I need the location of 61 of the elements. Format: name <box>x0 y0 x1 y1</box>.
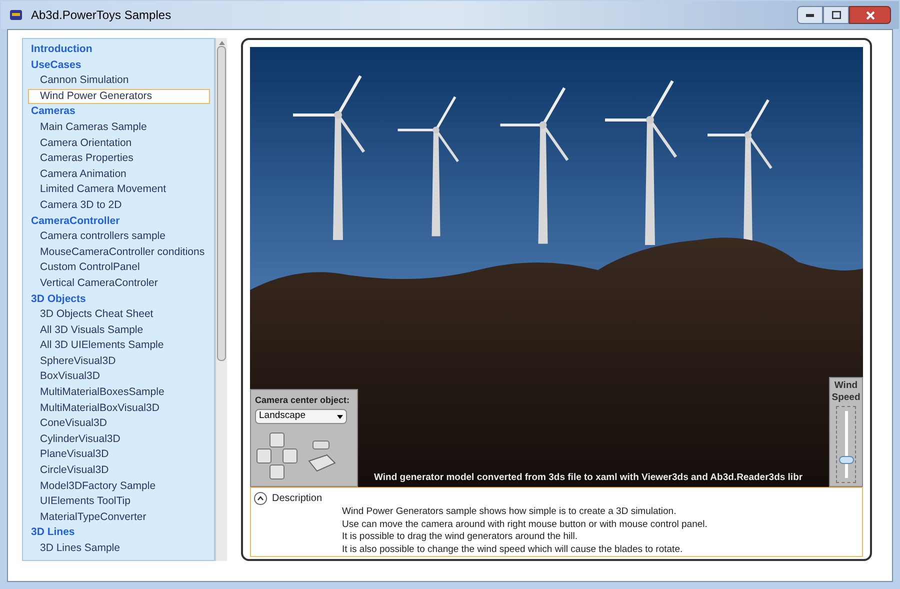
tree-item[interactable]: 3D Objects Cheat Sheet <box>28 307 210 323</box>
window-title: Ab3d.PowerToys Samples <box>31 7 172 24</box>
tree-item[interactable]: Main Cameras Sample <box>28 120 210 136</box>
tree-item[interactable]: PlaneVisual3D <box>28 447 210 464</box>
tree-item[interactable]: Camera 3D to 2D <box>28 198 210 214</box>
description-text: It is also possible to change the wind speed which will cause the blades to rotate. <box>342 544 684 556</box>
tree-item[interactable]: Camera controllers sample <box>28 229 210 245</box>
description-header: Description <box>272 492 322 506</box>
tree-item[interactable]: CircleVisual3D <box>28 463 210 479</box>
tree-item[interactable]: Wind Power Generators <box>28 88 210 104</box>
scroll-up-arrow-icon[interactable] <box>218 41 224 45</box>
tree-item[interactable]: Camera Animation <box>28 166 210 182</box>
tree-item[interactable]: Camera Orientation <box>28 136 210 152</box>
tree-group[interactable]: 3D Objects <box>24 292 214 308</box>
slider-thumb[interactable] <box>839 456 854 464</box>
camera-center-dropdown[interactable]: Landscape <box>255 409 347 424</box>
tree-item[interactable]: ConeVisual3D <box>28 416 210 432</box>
model-credit-caption: Wind generator model converted from 3ds file to xaml with Viewer3ds and Ab3d.Reader3ds libr <box>374 470 803 485</box>
scrollbar-thumb[interactable] <box>217 46 226 361</box>
minimize-button[interactable] <box>797 6 823 24</box>
tree-item[interactable]: Limited Camera Movement <box>28 182 210 198</box>
tree-item[interactable]: All 3D Visuals Sample <box>28 322 210 338</box>
tree-item[interactable]: SphereVisual3D <box>28 354 210 370</box>
description-text: It is possible to drag the wind generators around the hill. <box>342 531 579 544</box>
scrollbar[interactable] <box>215 38 227 561</box>
tree-item[interactable]: Vertical CameraControler <box>28 276 210 292</box>
tree-item[interactable]: Cameras Properties <box>28 151 210 167</box>
tree-item[interactable]: All 3D UIElements Sample <box>28 338 210 354</box>
tree-item[interactable]: MultiMaterialBoxesSample <box>28 385 210 401</box>
camera-rotate-control-icon[interactable] <box>255 431 299 481</box>
wind-speed-slider[interactable] <box>836 406 856 483</box>
camera-center-label: Camera center object: <box>255 394 351 406</box>
wind-speed-label: Wind <box>834 380 858 392</box>
app-icon <box>9 8 23 22</box>
close-button[interactable] <box>849 6 891 24</box>
tree-item[interactable]: Custom ControlPanel <box>28 260 210 276</box>
description-text: Wind Power Generators sample shows how simple is to create a 3D simulation. <box>342 506 678 518</box>
collapse-button[interactable] <box>254 492 267 505</box>
dropdown-caret-icon <box>337 414 343 418</box>
tree-item[interactable]: MaterialTypeConverter <box>28 510 210 526</box>
minimize-icon <box>806 14 814 16</box>
tree-item[interactable]: Cannon Simulation <box>28 73 210 89</box>
chevron-icon <box>257 496 264 501</box>
tree-group[interactable]: 3D Lines <box>24 525 214 541</box>
tree-item[interactable]: BoxVisual3D <box>28 369 210 386</box>
tree-group[interactable]: CameraController <box>24 214 214 230</box>
tree-item[interactable]: UIElements ToolTip <box>28 494 210 510</box>
tree-item[interactable]: MouseCameraController conditions <box>28 244 210 260</box>
maximize-button[interactable] <box>823 6 849 24</box>
description-text: Use can move the camera around with right mouse button or with mouse control panel. <box>342 518 708 531</box>
tree-group[interactable]: Cameras <box>24 104 214 120</box>
close-icon <box>866 10 874 20</box>
tree-group[interactable]: Introduction <box>24 42 214 58</box>
tree-item[interactable]: CylinderVisual3D <box>28 432 210 448</box>
wind-speed-label: Speed <box>832 392 860 404</box>
tree-group[interactable]: UseCases <box>24 58 214 74</box>
tree-item[interactable]: MultiMaterialBoxVisual3D <box>28 400 210 416</box>
tree-item[interactable]: 3D Lines Sample <box>28 541 210 557</box>
camera-move-control-icon[interactable] <box>307 439 337 473</box>
maximize-icon <box>832 11 840 19</box>
tree-item[interactable]: Model3DFactory Sample <box>28 478 210 494</box>
